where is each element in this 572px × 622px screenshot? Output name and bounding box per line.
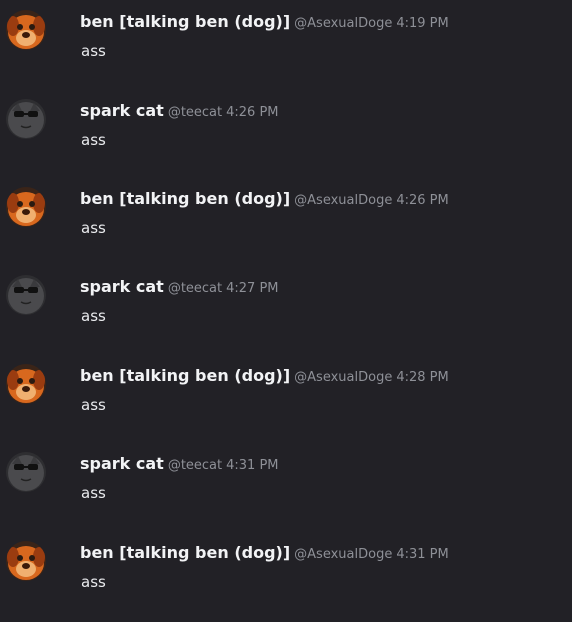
author-handle[interactable]: @AsexualDoge: [294, 547, 392, 562]
message: ben [talking ben (dog)] @AsexualDoge 4:28 …: [0, 362, 572, 432]
author-handle[interactable]: @teecat: [168, 105, 222, 120]
avatar[interactable]: [6, 187, 46, 227]
author-name[interactable]: ben [talking ben (dog)]: [80, 366, 290, 385]
message-header: ben [talking ben (dog)] @AsexualDoge 4:28 …: [80, 365, 449, 389]
author-name[interactable]: spark cat: [80, 101, 164, 120]
avatar[interactable]: [6, 364, 46, 404]
author-handle[interactable]: @AsexualDoge: [294, 193, 392, 208]
timestamp: 4:26 PM: [396, 193, 449, 208]
timestamp: 4:19 PM: [396, 16, 449, 31]
message-header: spark cat @teecat 4:31 PM: [80, 453, 279, 477]
author-name[interactable]: spark cat: [80, 454, 164, 473]
message: ben [talking ben (dog)] @AsexualDoge 4:19 …: [0, 8, 572, 78]
timestamp: 4:28 PM: [396, 370, 449, 385]
dog-avatar-icon: [6, 364, 46, 404]
cat-avatar-icon: [6, 452, 46, 492]
avatar[interactable]: [6, 275, 46, 315]
message-text: ass: [81, 219, 106, 237]
message: spark cat @teecat 4:27 PM ass: [0, 273, 572, 343]
dog-avatar-icon: [6, 187, 46, 227]
author-handle[interactable]: @AsexualDoge: [294, 370, 392, 385]
message-text: ass: [81, 42, 106, 60]
message-feed: ben [talking ben (dog)] @AsexualDoge 4:19 …: [0, 0, 572, 622]
message-header: spark cat @teecat 4:26 PM: [80, 100, 279, 124]
author-name[interactable]: ben [talking ben (dog)]: [80, 12, 290, 31]
message: ben [talking ben (dog)] @AsexualDoge 4:26 …: [0, 185, 572, 255]
message-text: ass: [81, 573, 106, 591]
timestamp: 4:31 PM: [226, 458, 279, 473]
avatar[interactable]: [6, 541, 46, 581]
message-header: spark cat @teecat 4:27 PM: [80, 276, 279, 300]
timestamp: 4:27 PM: [226, 281, 279, 296]
cat-avatar-icon: [6, 275, 46, 315]
author-name[interactable]: spark cat: [80, 277, 164, 296]
author-handle[interactable]: @AsexualDoge: [294, 16, 392, 31]
message: spark cat @teecat 4:26 PM ass: [0, 97, 572, 167]
message-text: ass: [81, 396, 106, 414]
author-name[interactable]: ben [talking ben (dog)]: [80, 189, 290, 208]
message-header: ben [talking ben (dog)] @AsexualDoge 4:26 …: [80, 188, 449, 212]
message-header: ben [talking ben (dog)] @AsexualDoge 4:19 …: [80, 11, 449, 35]
author-handle[interactable]: @teecat: [168, 458, 222, 473]
timestamp: 4:26 PM: [226, 105, 279, 120]
avatar[interactable]: [6, 99, 46, 139]
message: spark cat @teecat 4:31 PM ass: [0, 450, 572, 520]
message-text: ass: [81, 307, 106, 325]
message-text: ass: [81, 131, 106, 149]
cat-avatar-icon: [6, 99, 46, 139]
author-handle[interactable]: @teecat: [168, 281, 222, 296]
timestamp: 4:31 PM: [396, 547, 449, 562]
message-text: ass: [81, 484, 106, 502]
dog-avatar-icon: [6, 541, 46, 581]
dog-avatar-icon: [6, 10, 46, 50]
author-name[interactable]: ben [talking ben (dog)]: [80, 543, 290, 562]
avatar[interactable]: [6, 10, 46, 50]
avatar[interactable]: [6, 452, 46, 492]
message: ben [talking ben (dog)] @AsexualDoge 4:31 …: [0, 539, 572, 609]
message-header: ben [talking ben (dog)] @AsexualDoge 4:31 …: [80, 542, 449, 566]
